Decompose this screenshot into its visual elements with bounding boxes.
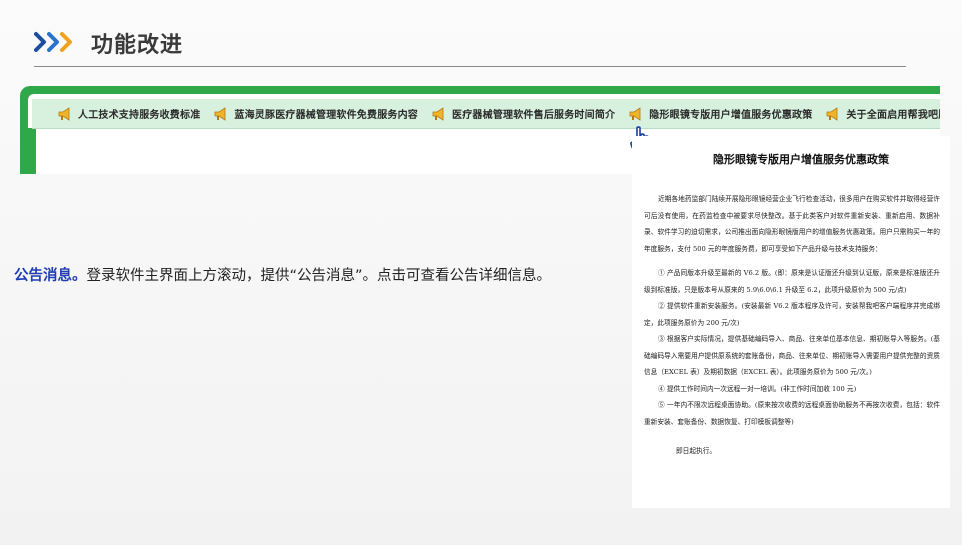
caption-lead: 公告消息。 bbox=[14, 268, 87, 284]
announcement-ticker: 人工技术支持服务收费标准 蓝海灵豚医疗器械管理软件免费服务内容 医疗器械管理软件… bbox=[32, 99, 940, 129]
ticker-item[interactable]: 人工技术支持服务收费标准 bbox=[58, 106, 200, 121]
announcement-intro: 近期各地药监部门陆续开展隐形眼镜经营企业飞行检查活动，很多用户在购买软件并取得经… bbox=[644, 195, 940, 253]
announcement-item: ⑤ 一年内不限次远程桌面协助。(原来按次收费的远程桌面协助服务不再按次收费，包括… bbox=[644, 401, 940, 426]
title-divider bbox=[34, 66, 906, 67]
ticker-item[interactable]: 蓝海灵豚医疗器械管理软件免费服务内容 bbox=[214, 106, 418, 121]
announcement-footer: 即日起执行。 bbox=[676, 447, 717, 455]
megaphone-icon bbox=[827, 106, 838, 121]
feature-caption: 公告消息。登录软件主界面上方滚动，提供“公告消息”。点击可查看公告详细信息。 bbox=[14, 264, 624, 285]
announcement-detail-panel: 隐形眼镜专版用户增值服务优惠政策 近期各地药监部门陆续开展隐形眼镜经营企业飞行检… bbox=[632, 136, 950, 508]
megaphone-icon bbox=[629, 106, 641, 121]
megaphone-icon bbox=[215, 106, 226, 121]
announcement-item: ① 产品同版本升级至最新的 V6.2 版。(即：原来是认证版还升级到认证版，原来… bbox=[644, 269, 940, 294]
software-window-edge bbox=[28, 128, 36, 174]
announcement-item: ② 提供软件重新安装服务。(安装最新 V6.2 版本程序及许可，安装帮我吧客户端… bbox=[644, 302, 940, 327]
ticker-item[interactable]: 医疗器械管理软件售后服务时间简介 bbox=[432, 106, 615, 121]
ticker-item[interactable]: 关于全面启用帮我吧服务工具的 bbox=[826, 106, 940, 121]
announcement-body: 近期各地药监部门陆续开展隐形眼镜经营企业飞行检查活动，很多用户在购买软件并取得经… bbox=[644, 191, 940, 460]
announcement-item: ④ 提供工作时间内一次远程一对一培训。(非工作时间加收 100 元) bbox=[658, 384, 857, 393]
ticker-item-hovered[interactable]: 隐形眼镜专版用户增值服务优惠政策 bbox=[629, 106, 812, 121]
page-title: 功能改进 bbox=[91, 33, 184, 58]
ticker-item-label: 关于全面启用帮我吧服务工具的 bbox=[846, 110, 940, 121]
announcement-title: 隐形眼镜专版用户增值服务优惠政策 bbox=[713, 153, 889, 166]
megaphone-icon bbox=[58, 106, 70, 121]
ticker-item-label: 人工技术支持服务收费标准 bbox=[78, 110, 201, 121]
ticker-item-label: 医疗器械管理软件售后服务时间简介 bbox=[452, 110, 616, 121]
ticker-item-label: 隐形眼镜专版用户增值服务优惠政策 bbox=[649, 110, 813, 121]
chevron-right-icon bbox=[34, 32, 72, 52]
ticker-track: 人工技术支持服务收费标准 蓝海灵豚医疗器械管理软件免费服务内容 医疗器械管理软件… bbox=[58, 99, 940, 128]
ticker-item-label: 蓝海灵豚医疗器械管理软件免费服务内容 bbox=[234, 110, 419, 121]
announcement-item: ③ 根据客户实际情况，提供基础编码导入、商品、往来单位基本信息、期初账导入等服务… bbox=[644, 335, 940, 376]
caption-text: 登录软件主界面上方滚动，提供“公告消息”。点击可查看公告详细信息。 bbox=[86, 268, 552, 284]
megaphone-icon bbox=[432, 106, 444, 121]
